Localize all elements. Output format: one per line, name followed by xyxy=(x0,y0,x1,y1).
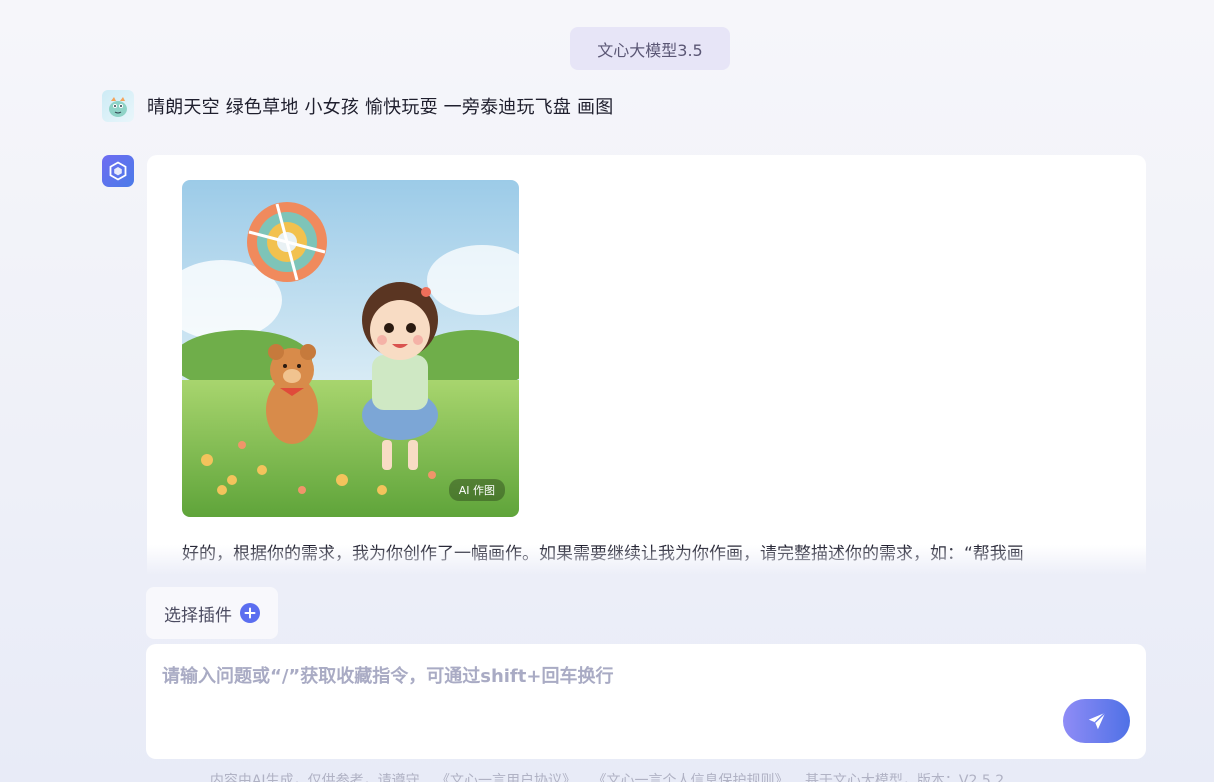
bot-reply-card: AI 作图 好的，根据你的需求，我为你创作了一幅画作。如果需要继续让我为你作画，… xyxy=(147,155,1146,575)
generated-image[interactable]: AI 作图 xyxy=(182,180,519,517)
message-composer xyxy=(146,644,1146,759)
model-version-badge[interactable]: 文心大模型3.5 xyxy=(570,27,730,70)
select-plugin-button[interactable]: 选择插件 xyxy=(146,587,278,639)
footer-disclaimer: 内容由AI生成，仅供参考，请遵守 《文心一言用户协议》 《文心一言个人信息保护规… xyxy=(0,770,1214,782)
user-avatar xyxy=(102,90,134,122)
user-message-text: 晴朗天空 绿色草地 小女孩 愉快玩耍 一旁泰迪玩飞盘 画图 xyxy=(147,97,614,118)
ai-generated-tag: AI 作图 xyxy=(448,479,505,501)
mascot-icon xyxy=(109,97,127,117)
model-version-info: 基于文心大模型，版本：V2.5.2 xyxy=(804,773,1005,782)
ernie-logo-icon xyxy=(109,161,127,181)
paper-plane-icon xyxy=(1088,712,1106,730)
privacy-rules-link[interactable]: 《文心一言个人信息保护规则》 xyxy=(592,773,788,782)
scroll-fade xyxy=(147,545,1146,575)
chat-page: 文心大模型3.5 晴朗天空 绿色草地 小女孩 愉快玩耍 一旁泰迪玩飞盘 画图 A… xyxy=(0,0,1214,782)
bot-avatar xyxy=(102,155,134,187)
send-button[interactable] xyxy=(1063,699,1130,743)
user-agreement-link[interactable]: 《文心一言用户协议》 xyxy=(436,773,576,782)
generated-illustration xyxy=(182,180,519,517)
plus-circle-icon xyxy=(240,603,260,623)
user-message-row: 晴朗天空 绿色草地 小女孩 愉快玩耍 一旁泰迪玩飞盘 画图 xyxy=(102,90,613,122)
model-version-label: 文心大模型3.5 xyxy=(597,40,703,60)
footer-prefix: 内容由AI生成，仅供参考，请遵守 xyxy=(209,773,420,782)
select-plugin-label: 选择插件 xyxy=(164,605,232,626)
message-input[interactable] xyxy=(162,662,1042,722)
